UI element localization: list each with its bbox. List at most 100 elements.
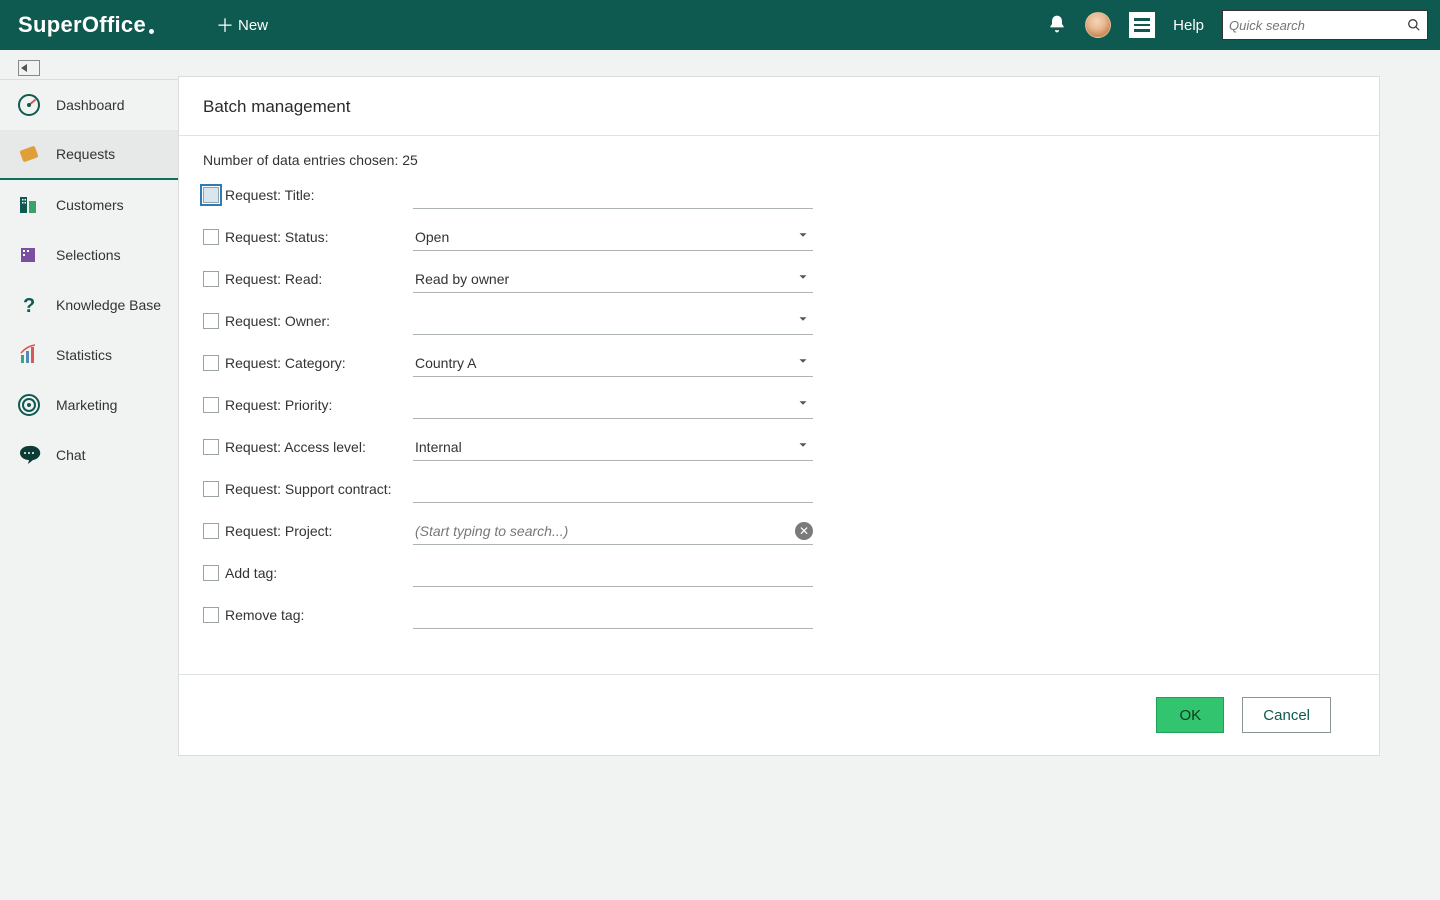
field-request-owner: Request: Owner:: [203, 300, 1355, 342]
select-value: Read by owner: [413, 271, 793, 287]
sidebar-item-statistics[interactable]: Statistics: [0, 330, 178, 380]
access-select[interactable]: Internal: [413, 433, 813, 461]
checkbox-owner[interactable]: [203, 313, 219, 329]
sidebar-item-label: Customers: [56, 197, 124, 213]
sidebar-item-selections[interactable]: Selections: [0, 230, 178, 280]
notifications-icon[interactable]: [1047, 14, 1067, 37]
chevron-down-icon[interactable]: [793, 312, 813, 329]
owner-select[interactable]: [413, 307, 813, 335]
sidebar-item-label: Marketing: [56, 397, 117, 413]
field-label: Request: Support contract:: [225, 481, 413, 497]
app-logo-text: SuperOffice: [18, 12, 146, 38]
field-request-priority: Request: Priority:: [203, 384, 1355, 426]
button-label: Cancel: [1263, 707, 1310, 724]
chart-icon: [16, 342, 42, 368]
user-avatar[interactable]: [1085, 12, 1111, 38]
checkbox-read[interactable]: [203, 271, 219, 287]
sidebar-item-label: Chat: [56, 447, 86, 463]
ok-button[interactable]: OK: [1156, 697, 1224, 733]
main-menu-icon[interactable]: [1129, 12, 1155, 38]
field-request-access: Request: Access level: Internal: [203, 426, 1355, 468]
checkbox-project[interactable]: [203, 523, 219, 539]
svg-text:?: ?: [23, 295, 35, 317]
collapse-icon: [18, 60, 40, 76]
chevron-down-icon[interactable]: [793, 270, 813, 287]
chevron-down-icon[interactable]: [793, 438, 813, 455]
field-label: Request: Owner:: [225, 313, 413, 329]
target-icon: [16, 392, 42, 418]
checkbox-removetag[interactable]: [203, 607, 219, 623]
field-add-tag: Add tag:: [203, 552, 1355, 594]
sidebar-item-dashboard[interactable]: Dashboard: [0, 80, 178, 130]
chevron-down-icon[interactable]: [793, 354, 813, 371]
field-label: Remove tag:: [225, 607, 413, 623]
sidebar-item-label: Dashboard: [56, 97, 125, 113]
new-button-label: New: [238, 17, 268, 34]
ticket-icon: [16, 141, 42, 167]
help-link[interactable]: Help: [1173, 17, 1204, 34]
app-logo: SuperOffice: [18, 12, 154, 38]
sidebar-item-knowledge-base[interactable]: ? Knowledge Base: [0, 280, 178, 330]
field-label: Request: Priority:: [225, 397, 413, 413]
checkbox-status[interactable]: [203, 229, 219, 245]
sidebar-item-marketing[interactable]: Marketing: [0, 380, 178, 430]
field-label: Request: Title:: [225, 187, 413, 203]
question-icon: ?: [16, 292, 42, 318]
chevron-down-icon[interactable]: [793, 396, 813, 413]
panel-footer: OK Cancel: [179, 674, 1379, 755]
select-value: Country A: [413, 355, 793, 371]
building-icon: [16, 192, 42, 218]
batch-management-panel: Batch management Number of data entries …: [178, 76, 1380, 756]
cancel-button[interactable]: Cancel: [1242, 697, 1331, 733]
checkbox-support[interactable]: [203, 481, 219, 497]
field-label: Request: Access level:: [225, 439, 413, 455]
select-value: Open: [413, 229, 793, 245]
clear-icon[interactable]: ✕: [795, 522, 813, 540]
checkbox-title[interactable]: [203, 187, 219, 203]
sidebar-collapse[interactable]: [0, 56, 178, 80]
addtag-input[interactable]: [413, 559, 813, 587]
checkbox-addtag[interactable]: [203, 565, 219, 581]
logo-dot: [149, 29, 154, 34]
sidebar-item-requests[interactable]: Requests: [0, 130, 178, 180]
title-input[interactable]: [413, 181, 813, 209]
sidebar-item-chat[interactable]: Chat: [0, 430, 178, 480]
project-search-input[interactable]: (Start typing to search...) ✕: [413, 517, 813, 545]
chevron-down-icon[interactable]: [793, 228, 813, 245]
sidebar-item-customers[interactable]: Customers: [0, 180, 178, 230]
read-select[interactable]: Read by owner: [413, 265, 813, 293]
category-select[interactable]: Country A: [413, 349, 813, 377]
select-value: Internal: [413, 439, 793, 455]
checkbox-priority[interactable]: [203, 397, 219, 413]
quick-search-input[interactable]: [1229, 18, 1407, 33]
sidebar-item-label: Selections: [56, 247, 121, 263]
removetag-input[interactable]: [413, 601, 813, 629]
field-request-category: Request: Category: Country A: [203, 342, 1355, 384]
entries-count: Number of data entries chosen: 25: [203, 152, 1355, 168]
support-input[interactable]: [413, 475, 813, 503]
plus-icon: ＋: [216, 12, 234, 38]
field-request-project: Request: Project: (Start typing to searc…: [203, 510, 1355, 552]
chat-icon: [16, 442, 42, 468]
field-request-title: Request: Title:: [203, 174, 1355, 216]
field-request-support: Request: Support contract:: [203, 468, 1355, 510]
search-icon: [1407, 17, 1421, 33]
priority-select[interactable]: [413, 391, 813, 419]
checkbox-category[interactable]: [203, 355, 219, 371]
new-button[interactable]: ＋ New: [216, 12, 268, 38]
sidebar-item-label: Knowledge Base: [56, 297, 161, 313]
field-label: Request: Category:: [225, 355, 413, 371]
field-label: Request: Status:: [225, 229, 413, 245]
field-request-read: Request: Read: Read by owner: [203, 258, 1355, 300]
sidebar-item-label: Requests: [56, 146, 115, 162]
panel-title: Batch management: [179, 77, 1379, 136]
sidebar: Dashboard Requests Customers Selections …: [0, 50, 178, 900]
status-select[interactable]: Open: [413, 223, 813, 251]
quick-search[interactable]: [1222, 10, 1428, 40]
gauge-icon: [16, 92, 42, 118]
app-header: SuperOffice ＋ New Help: [0, 0, 1440, 50]
checkbox-access[interactable]: [203, 439, 219, 455]
sidebar-item-label: Statistics: [56, 347, 112, 363]
selections-icon: [16, 242, 42, 268]
field-label: Add tag:: [225, 565, 413, 581]
